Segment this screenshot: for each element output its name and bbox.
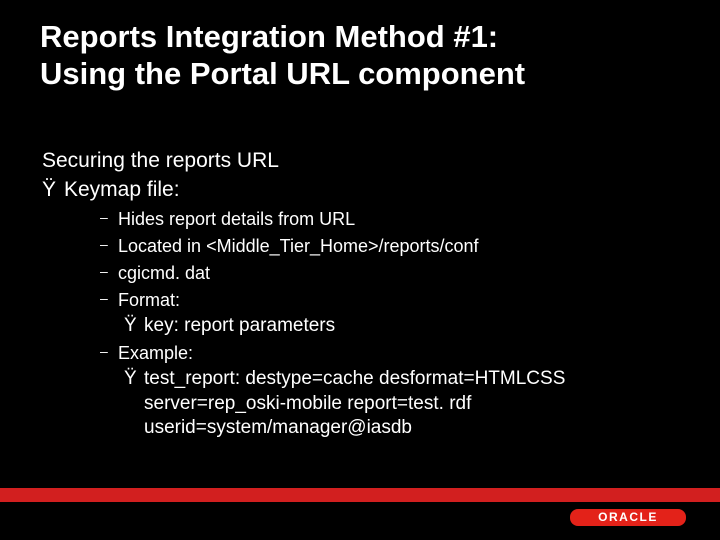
- oracle-logo: ORACLE: [570, 508, 690, 532]
- bullet-icon: Ÿ: [42, 177, 64, 204]
- title-line-1: Reports Integration Method #1:: [40, 19, 498, 54]
- dash-icon: –: [100, 343, 118, 361]
- list-item: –Example:: [100, 342, 682, 365]
- footer-accent-bar: [0, 488, 720, 502]
- title-line-2: Using the Portal URL component: [40, 56, 525, 91]
- format-sub-text: key: report parameters: [144, 314, 335, 338]
- item-text: Format:: [118, 289, 180, 312]
- item-text: Hides report details from URL: [118, 208, 355, 231]
- oracle-logo-text: ORACLE: [570, 509, 686, 526]
- dash-icon: –: [100, 290, 118, 308]
- item-text: Located in <Middle_Tier_Home>/reports/co…: [118, 235, 479, 258]
- example-text: test_report: destype=cache desformat=HTM…: [144, 367, 664, 440]
- list-item: –Format:: [100, 289, 682, 312]
- example-subitem: Ÿtest_report: destype=cache desformat=HT…: [124, 367, 682, 440]
- example-label: Example:: [118, 342, 193, 365]
- intro-line: Securing the reports URL: [42, 148, 682, 175]
- slide-title: Reports Integration Method #1: Using the…: [40, 18, 680, 92]
- bullet-icon: Ÿ: [124, 314, 144, 338]
- intro-text: Securing the reports URL: [42, 149, 279, 172]
- list-item: –Hides report details from URL: [100, 208, 682, 231]
- list-item: –cgicmd. dat: [100, 262, 682, 285]
- slide: Reports Integration Method #1: Using the…: [0, 0, 720, 540]
- bullet-icon: Ÿ: [124, 367, 144, 391]
- format-subitem: Ÿkey: report parameters: [124, 314, 682, 338]
- slide-body: Securing the reports URL ŸKeymap file: –…: [42, 148, 682, 440]
- dash-icon: –: [100, 263, 118, 281]
- item-text: cgicmd. dat: [118, 262, 210, 285]
- keymap-line: ŸKeymap file:: [42, 177, 682, 204]
- dash-icon: –: [100, 236, 118, 254]
- dash-icon: –: [100, 209, 118, 227]
- list-item: –Located in <Middle_Tier_Home>/reports/c…: [100, 235, 682, 258]
- keymap-sublist: –Hides report details from URL –Located …: [100, 208, 682, 440]
- keymap-label: Keymap file:: [64, 178, 180, 201]
